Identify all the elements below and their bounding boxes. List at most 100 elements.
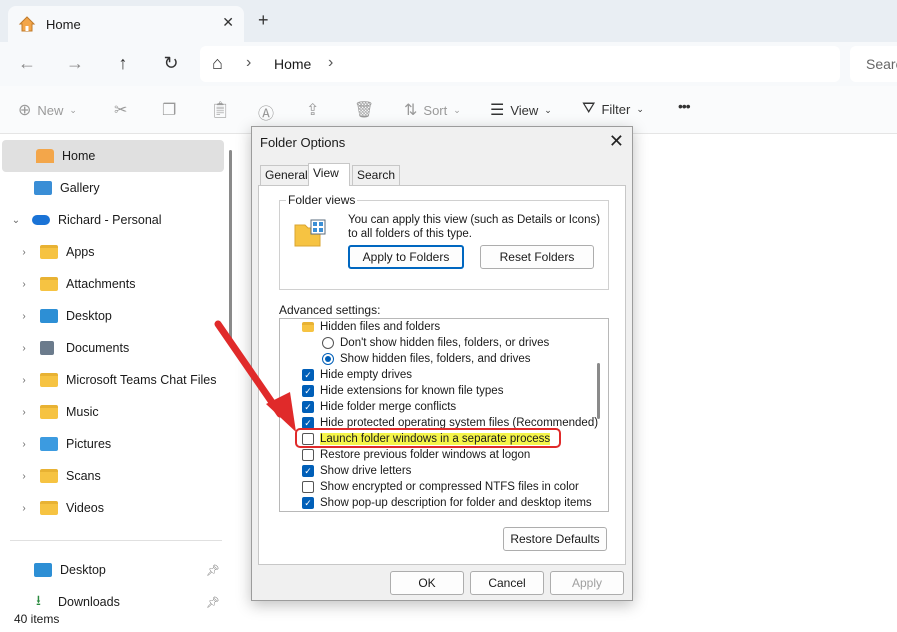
sidebar-item-attachments[interactable]: › Attachments [0, 268, 222, 300]
breadcrumb-separator: › [246, 54, 252, 71]
chevron-right-icon[interactable]: › [18, 311, 30, 322]
checkbox[interactable]: ✓ [302, 497, 314, 509]
checkbox-show-drive-letters[interactable]: ✓ Show drive letters [302, 463, 411, 479]
up-icon[interactable]: ↑ [110, 52, 136, 74]
radio-button[interactable] [322, 353, 334, 365]
sidebar-scrollbar[interactable] [229, 150, 232, 340]
cut-button[interactable]: ✂ [114, 100, 127, 120]
share-icon: ⇪ [306, 102, 320, 119]
home-icon [36, 149, 54, 163]
sidebar-item-richard-personal[interactable]: ⌄ Richard - Personal [0, 204, 222, 236]
view-icon: ☰ [490, 102, 505, 119]
tab-search[interactable]: Search [352, 165, 401, 185]
sidebar-divider [10, 540, 222, 541]
view-label: View [510, 102, 539, 118]
pin-icon[interactable]: 📌︎ [206, 596, 220, 609]
checkbox[interactable] [302, 481, 314, 493]
address-home-icon[interactable]: ⌂ [212, 53, 223, 74]
sidebar-item-videos[interactable]: › Videos [0, 492, 222, 524]
new-tab-button[interactable]: + [258, 10, 269, 31]
folder-views-label: Folder views [286, 193, 358, 207]
sidebar-pinned-desktop[interactable]: Desktop 📌︎ [0, 554, 222, 586]
forward-icon[interactable]: → [62, 52, 88, 74]
chevron-right-icon[interactable]: › [18, 471, 30, 482]
chevron-right-icon[interactable]: › [18, 279, 30, 290]
breadcrumb-chevron-icon[interactable]: › [328, 54, 333, 72]
chevron-right-icon[interactable]: › [18, 343, 30, 354]
dialog-title: Folder Options [260, 135, 346, 150]
search-input[interactable]: Search [850, 46, 897, 82]
checkbox-hide-merge-conflicts[interactable]: ✓ Hide folder merge conflicts [302, 399, 456, 415]
new-label: New [37, 102, 64, 118]
view-button[interactable]: ☰ View ⌄ [490, 100, 552, 120]
sidebar-item-pictures[interactable]: › Pictures [0, 428, 222, 460]
cancel-button[interactable]: Cancel [470, 571, 544, 595]
rename-button[interactable]: Ⓐ [258, 100, 274, 124]
chevron-right-icon[interactable]: › [18, 375, 30, 386]
back-icon[interactable]: ← [14, 52, 40, 74]
chevron-right-icon[interactable]: › [18, 407, 30, 418]
sidebar-item-apps[interactable]: › Apps [0, 236, 222, 268]
advanced-settings-list[interactable]: Hidden files and folders Don't show hidd… [279, 318, 609, 512]
ok-button[interactable]: OK [390, 571, 464, 595]
chevron-down-icon[interactable]: ⌄ [10, 215, 22, 226]
chevron-right-icon[interactable]: › [18, 247, 30, 258]
close-icon[interactable]: ✕ [609, 131, 624, 152]
checkbox-restore-previous-windows[interactable]: Restore previous folder windows at logon [302, 447, 530, 463]
breadcrumb-home[interactable]: Home [274, 56, 311, 72]
folder-icon [40, 245, 58, 259]
sidebar-item-label: Richard - Personal [58, 213, 162, 227]
radio-button[interactable] [322, 337, 334, 349]
sidebar-item-scans[interactable]: › Scans [0, 460, 222, 492]
apply-button[interactable]: Apply [550, 571, 624, 595]
sidebar-item-music[interactable]: › Music [0, 396, 222, 428]
apply-to-folders-button[interactable]: Apply to Folders [348, 245, 464, 269]
sidebar-item-label: Attachments [66, 277, 136, 291]
sort-button[interactable]: ⇅ Sort ⌄ [404, 100, 461, 120]
address-bar[interactable]: ⌂ › Home › [200, 46, 840, 82]
sidebar-item-teams-chat-files[interactable]: › Microsoft Teams Chat Files [0, 364, 222, 396]
checkbox[interactable]: ✓ [302, 465, 314, 477]
sidebar-item-documents[interactable]: › Documents [0, 332, 222, 364]
share-button[interactable]: ⇪ [306, 100, 319, 120]
scissors-icon: ✂ [114, 102, 128, 119]
paste-icon: 📋︎ [210, 102, 231, 119]
navigation-pane: Home Gallery ⌄ Richard - Personal › Apps… [0, 134, 238, 610]
tab-general[interactable]: General [260, 165, 313, 185]
filter-button[interactable]: ⛛ Filter ⌄ [582, 100, 644, 118]
tab-view[interactable]: View [308, 163, 350, 186]
sidebar-item-gallery[interactable]: Gallery [0, 172, 222, 204]
title-bar: Home ✕ + [0, 0, 897, 42]
radio-dont-show-hidden[interactable]: Don't show hidden files, folders, or dri… [322, 335, 549, 351]
radio-show-hidden[interactable]: Show hidden files, folders, and drives [322, 351, 531, 367]
sidebar-item-label: Scans [66, 469, 101, 483]
checkbox[interactable] [302, 449, 314, 461]
chevron-right-icon[interactable]: › [18, 503, 30, 514]
folder-icon [40, 277, 58, 291]
reset-folders-button[interactable]: Reset Folders [480, 245, 594, 269]
sidebar-item-home[interactable]: Home [2, 140, 224, 172]
delete-button[interactable]: 🗑︎ [354, 100, 374, 120]
tab-close-icon[interactable]: ✕ [222, 14, 234, 31]
more-options-button[interactable]: ••• [678, 98, 691, 114]
checkbox-hide-extensions[interactable]: ✓ Hide extensions for known file types [302, 383, 503, 399]
list-scrollbar[interactable] [597, 363, 600, 419]
copy-button[interactable]: ❐ [162, 100, 176, 120]
advanced-settings-label: Advanced settings: [279, 303, 381, 317]
checkbox-hide-empty-drives[interactable]: ✓ Hide empty drives [302, 367, 412, 383]
copy-icon: ❐ [162, 102, 177, 119]
restore-defaults-button[interactable]: Restore Defaults [503, 527, 607, 551]
chevron-down-icon: ⌄ [544, 104, 552, 115]
checkbox-show-encrypted-color[interactable]: Show encrypted or compressed NTFS files … [302, 479, 579, 495]
sidebar-item-desktop[interactable]: › Desktop [0, 300, 222, 332]
chevron-right-icon[interactable]: › [18, 439, 30, 450]
folder-views-group: Folder views You can apply this view (su… [279, 193, 609, 290]
pin-icon[interactable]: 📌︎ [206, 564, 220, 577]
paste-button[interactable]: 📋︎ [210, 100, 230, 120]
tab-home[interactable]: Home ✕ [8, 6, 244, 42]
sidebar-item-label: Microsoft Teams Chat Files [66, 373, 217, 387]
sidebar-item-label: Gallery [60, 181, 100, 195]
checkbox-show-popup-description[interactable]: ✓ Show pop-up description for folder and… [302, 495, 592, 511]
new-button[interactable]: ⊕ New ⌄ [18, 100, 77, 120]
refresh-icon[interactable]: ↻ [158, 52, 184, 74]
